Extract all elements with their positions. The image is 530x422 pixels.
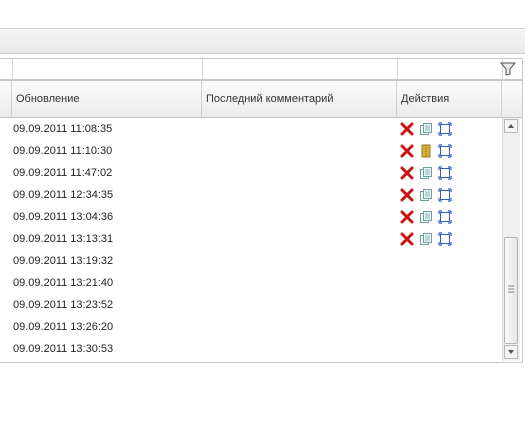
delete-icon[interactable] [400, 144, 414, 158]
arrow-up-icon [508, 124, 514, 128]
vertical-scrollbar[interactable] [502, 118, 520, 361]
copy-icon[interactable] [419, 122, 433, 136]
row-actions [400, 232, 452, 246]
delete-icon[interactable] [400, 188, 414, 202]
updated-cell: 09.09.2011 13:21:40 [13, 277, 114, 289]
expand-icon[interactable] [438, 122, 452, 136]
row-actions [400, 144, 452, 158]
column-header-actions[interactable]: Действия [397, 81, 502, 117]
column-header-update[interactable]: Обновление [12, 81, 202, 117]
data-grid: Обновление Последний комментарий Действи… [0, 58, 523, 363]
table-row[interactable]: 09.09.2011 13:30:53 [0, 338, 500, 360]
delete-icon[interactable] [400, 166, 414, 180]
grip-icon [508, 285, 514, 293]
updated-cell: 09.09.2011 13:26:20 [13, 321, 114, 333]
scrollbar-thumb[interactable] [504, 237, 518, 344]
updated-cell: 09.09.2011 11:08:35 [13, 123, 113, 135]
arrow-down-icon [508, 350, 514, 354]
copy-icon[interactable] [419, 188, 433, 202]
filter-row [0, 59, 522, 81]
copy-icon[interactable] [419, 232, 433, 246]
updated-cell: 09.09.2011 13:30:53 [13, 343, 114, 355]
filter-cell-actions[interactable] [397, 59, 503, 79]
column-header-previous[interactable] [0, 81, 12, 117]
grid-body: 09.09.2011 11:08:35 09.09.2011 11:10:30 09… [0, 118, 500, 361]
expand-icon[interactable] [438, 188, 452, 202]
filter-cell-update[interactable] [12, 59, 203, 79]
updated-cell: 09.09.2011 12:34:35 [13, 189, 114, 201]
expand-icon[interactable] [438, 210, 452, 224]
scroll-down-button[interactable] [504, 345, 518, 359]
row-actions [400, 166, 452, 180]
table-row[interactable]: 09.09.2011 13:26:20 [0, 316, 500, 338]
table-row[interactable]: 09.09.2011 11:10:30 [0, 140, 500, 162]
table-row[interactable]: 09.09.2011 11:47:02 [0, 162, 500, 184]
table-row[interactable]: 09.09.2011 13:04:36 [0, 206, 500, 228]
table-row[interactable]: 09.09.2011 12:34:35 [0, 184, 500, 206]
row-actions [400, 188, 452, 202]
table-row[interactable]: 09.09.2011 13:19:32 [0, 250, 500, 272]
expand-icon[interactable] [438, 166, 452, 180]
filter-cell-last-comment[interactable] [202, 59, 398, 79]
scroll-up-button[interactable] [504, 119, 518, 133]
delete-icon[interactable] [400, 232, 414, 246]
table-row[interactable]: 09.09.2011 13:23:52 [0, 294, 500, 316]
updated-cell: 09.09.2011 13:04:36 [13, 211, 114, 223]
filter-icon[interactable] [500, 62, 516, 76]
copy-icon[interactable] [419, 210, 433, 224]
row-actions [400, 122, 452, 136]
expand-icon[interactable] [438, 144, 452, 158]
table-row[interactable]: 09.09.2011 13:21:40 [0, 272, 500, 294]
column-header-last-comment[interactable]: Последний комментарий [202, 81, 397, 117]
updated-cell: 09.09.2011 11:10:30 [13, 145, 113, 157]
copy-icon[interactable] [419, 166, 433, 180]
archive-icon[interactable] [419, 144, 433, 158]
table-row[interactable]: 09.09.2011 13:13:31 [0, 228, 500, 250]
updated-cell: 09.09.2011 13:19:32 [13, 255, 114, 267]
table-row[interactable]: 09.09.2011 11:08:35 [0, 118, 500, 140]
row-actions [400, 210, 452, 224]
header-row: Обновление Последний комментарий Действи… [0, 81, 522, 118]
updated-cell: 09.09.2011 13:13:31 [13, 233, 114, 245]
delete-icon[interactable] [400, 122, 414, 136]
delete-icon[interactable] [400, 210, 414, 224]
panel-toolbar [0, 28, 525, 54]
expand-icon[interactable] [438, 232, 452, 246]
updated-cell: 09.09.2011 11:47:02 [13, 167, 113, 179]
updated-cell: 09.09.2011 13:23:52 [13, 299, 114, 311]
